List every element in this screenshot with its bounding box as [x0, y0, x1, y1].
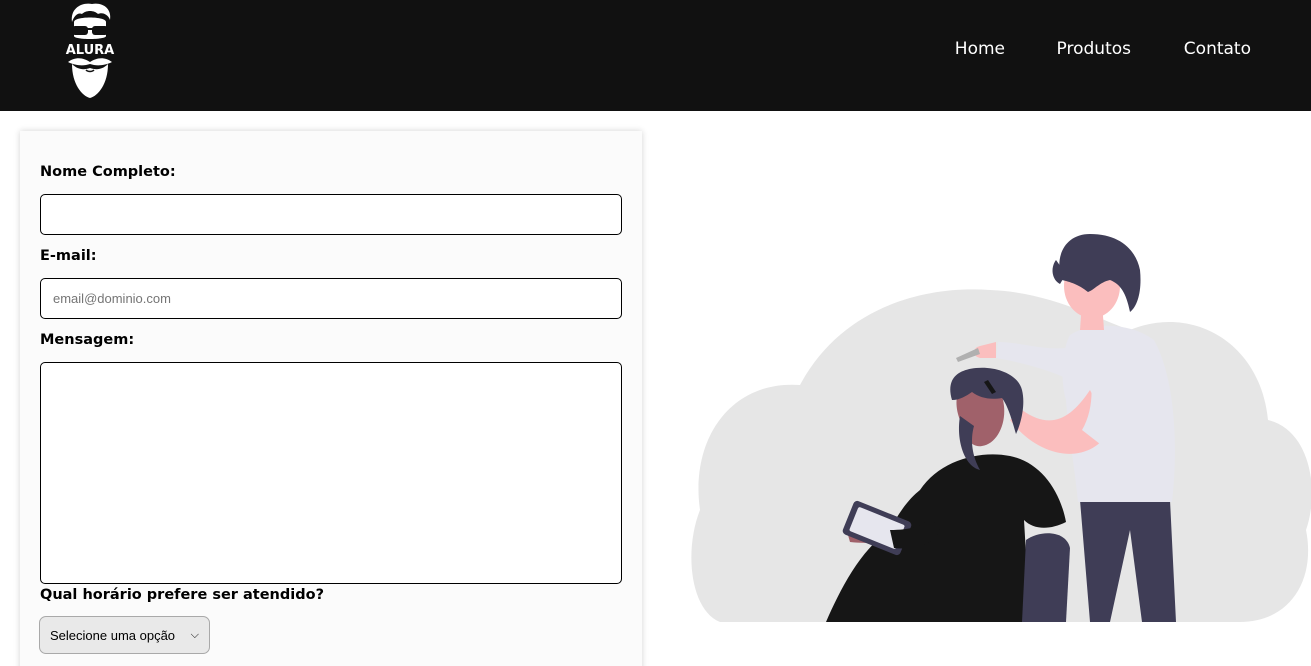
- name-label: Nome Completo:: [40, 164, 176, 180]
- nav-link-contato[interactable]: Contato: [1184, 36, 1251, 62]
- logo-text: ALURA: [66, 43, 115, 58]
- message-label: Mensagem:: [40, 332, 135, 348]
- message-textarea[interactable]: [40, 362, 622, 584]
- bearded-man-logo-icon[interactable]: ALURA: [58, 0, 122, 100]
- full-name-input[interactable]: [40, 194, 622, 235]
- schedule-label: Qual horário prefere ser atendido?: [40, 587, 324, 603]
- site-header: ALURA Home Produtos Contato: [0, 0, 1311, 111]
- schedule-selected-value: Selecione uma opção: [50, 627, 176, 643]
- email-input[interactable]: [40, 278, 622, 319]
- contact-form: Nome Completo: E-mail: Mensagem: Qual ho…: [20, 131, 642, 666]
- main-nav: Home Produtos Contato: [911, 36, 1311, 64]
- nav-link-home[interactable]: Home: [955, 36, 1005, 62]
- chevron-down-icon: ⌵: [190, 628, 199, 641]
- schedule-select[interactable]: Selecione uma opção ⌵: [39, 616, 210, 654]
- email-label: E-mail:: [40, 248, 97, 264]
- nav-link-produtos[interactable]: Produtos: [1057, 36, 1131, 62]
- barber-illustration: [690, 230, 1311, 622]
